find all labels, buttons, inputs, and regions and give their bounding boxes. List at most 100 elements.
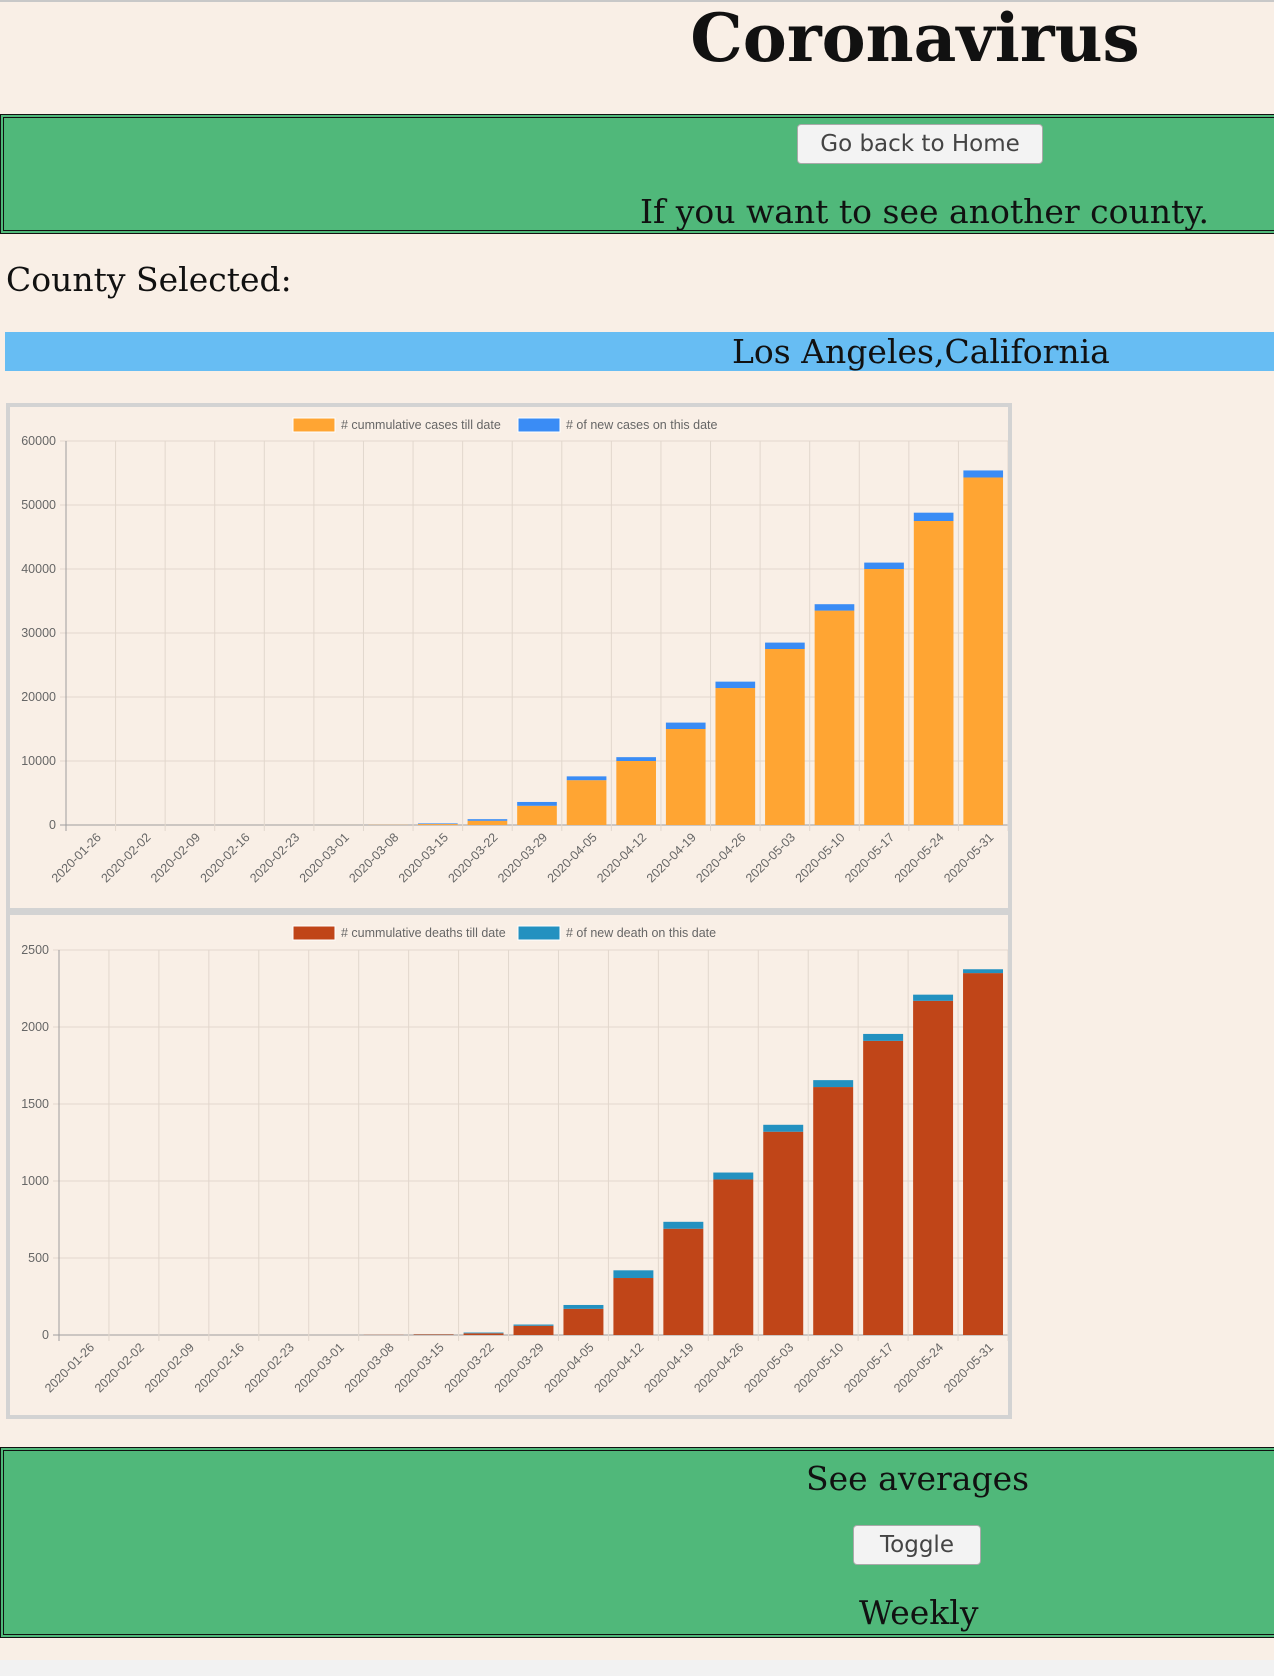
bar-new-2020-05-10 <box>813 1080 854 1088</box>
bar-cumulative-2020-03-29 <box>513 1325 554 1335</box>
x-tick-label: 2020-04-05 <box>542 1340 597 1395</box>
x-tick-label: 2020-03-29 <box>495 830 550 885</box>
bar-new-2020-05-17 <box>863 1033 904 1041</box>
bar-new-2020-03-15 <box>418 823 458 825</box>
x-tick-label: 2020-02-23 <box>247 830 302 885</box>
x-tick-label: 2020-04-26 <box>693 830 748 885</box>
averages-panel: See averages Toggle Weekly <box>0 1447 1274 1638</box>
legend-swatch-2 <box>517 925 561 941</box>
x-tick-label: 2020-04-12 <box>594 830 649 885</box>
x-tick-label: 2020-01-26 <box>49 830 104 885</box>
x-tick-label: 2020-03-15 <box>392 1340 447 1395</box>
bar-cumulative-2020-05-10 <box>814 610 855 825</box>
cases-chart-svg: # cummulative cases till date # of new ca… <box>21 417 1008 885</box>
legend-item-1: # cummulative deaths till date <box>292 925 506 941</box>
bar-new-2020-04-12 <box>613 1270 654 1279</box>
x-tick-label: 2020-05-24 <box>892 830 947 885</box>
y-tick-label: 2500 <box>21 943 49 957</box>
bar-cumulative-2020-05-17 <box>864 569 904 825</box>
x-tick-label: 2020-05-03 <box>743 830 798 885</box>
county-banner: Los Angeles,California <box>5 332 1274 371</box>
bar-new-2020-05-31 <box>963 969 1004 974</box>
y-tick-label: 0 <box>42 1328 49 1342</box>
y-tick-label: 500 <box>28 1251 49 1265</box>
navigation-panel: Go back to Home If you want to see anoth… <box>0 114 1274 234</box>
x-tick-label: 2020-02-16 <box>198 830 253 885</box>
bar-new-2020-05-03 <box>763 1124 804 1132</box>
bar-new-2020-04-26 <box>715 681 756 689</box>
bar-new-2020-03-22 <box>463 1332 504 1334</box>
bar-cumulative-2020-05-31 <box>963 477 1004 825</box>
legend-label-1: # cummulative cases till date <box>341 418 501 432</box>
x-tick-label: 2020-03-22 <box>442 1340 497 1395</box>
x-tick-label: 2020-05-24 <box>891 1340 946 1395</box>
y-tick-label: 1000 <box>21 1174 49 1188</box>
county-name: Los Angeles,California <box>732 332 1110 371</box>
y-tick-label: 20000 <box>21 690 56 704</box>
x-tick-label: 2020-03-29 <box>492 1340 547 1395</box>
bar-cumulative-2020-05-03 <box>763 1131 804 1335</box>
bar-cumulative-2020-03-22 <box>463 1333 504 1335</box>
bar-new-2020-04-19 <box>665 722 706 729</box>
bar-new-2020-05-24 <box>913 994 954 1001</box>
x-tick-label: 2020-05-17 <box>842 830 897 885</box>
bar-new-2020-05-03 <box>765 642 805 649</box>
x-tick-label: 2020-05-17 <box>841 1340 896 1395</box>
bar-cumulative-2020-05-31 <box>963 973 1004 1335</box>
home-button[interactable]: Go back to Home <box>797 124 1043 164</box>
bar-new-2020-03-29 <box>513 1324 554 1326</box>
toggle-button[interactable]: Toggle <box>853 1525 981 1565</box>
bar-cumulative-2020-04-26 <box>713 1179 754 1335</box>
y-tick-label: 30000 <box>21 626 56 640</box>
bar-new-2020-05-31 <box>963 470 1004 478</box>
bar-cumulative-2020-05-17 <box>863 1040 904 1335</box>
x-tick-label: 2020-04-26 <box>691 1340 746 1395</box>
averages-mode: Weekly <box>859 1593 979 1632</box>
bar-new-2020-05-17 <box>864 562 904 569</box>
bar-cumulative-2020-05-24 <box>913 521 954 825</box>
y-tick-label: 0 <box>49 818 56 832</box>
x-tick-label: 2020-05-03 <box>741 1340 796 1395</box>
y-tick-label: 50000 <box>21 498 56 512</box>
legend-item-1: # cummulative cases till date <box>292 417 501 433</box>
y-tick-label: 2000 <box>21 1020 49 1034</box>
x-tick-label: 2020-05-31 <box>941 830 996 885</box>
bar-cumulative-2020-04-12 <box>616 761 656 825</box>
bar-cumulative-2020-05-24 <box>913 1000 954 1335</box>
legend-item-2: # of new death on this date <box>517 925 716 941</box>
bar-new-2020-03-22 <box>467 819 508 821</box>
x-tick-label: 2020-02-02 <box>92 1340 147 1395</box>
bar-cumulative-2020-04-05 <box>566 780 607 825</box>
x-tick-label: 2020-05-10 <box>791 1340 846 1395</box>
x-tick-label: 2020-05-10 <box>793 830 848 885</box>
bar-cumulative-2020-04-05 <box>563 1308 604 1335</box>
x-tick-label: 2020-03-01 <box>297 830 352 885</box>
legend-label-2: # of new cases on this date <box>566 418 718 432</box>
bar-new-2020-05-24 <box>913 512 954 521</box>
bar-cumulative-2020-03-29 <box>517 805 557 825</box>
x-tick-label: 2020-04-05 <box>545 830 600 885</box>
x-tick-label: 2020-02-23 <box>242 1340 297 1395</box>
x-tick-label: 2020-04-12 <box>591 1340 646 1395</box>
x-tick-label: 2020-04-19 <box>644 830 699 885</box>
bar-new-2020-03-29 <box>517 801 557 806</box>
bar-new-2020-05-10 <box>814 604 855 611</box>
x-tick-label: 2020-02-09 <box>142 1340 197 1395</box>
x-tick-label: 2020-02-16 <box>192 1340 247 1395</box>
averages-title: See averages <box>806 1459 1030 1498</box>
bar-cumulative-2020-03-22 <box>467 820 508 825</box>
bar-cumulative-2020-05-10 <box>813 1087 854 1335</box>
bar-cumulative-2020-04-19 <box>663 1228 704 1335</box>
legend-swatch-1 <box>292 925 336 941</box>
y-tick-label: 10000 <box>21 754 56 768</box>
x-tick-label: 2020-03-15 <box>396 830 451 885</box>
deaths-chart: # cummulative deaths till date # of new d… <box>6 911 1012 1419</box>
bar-cumulative-2020-03-15 <box>418 824 458 825</box>
x-tick-label: 2020-01-26 <box>42 1340 97 1395</box>
bar-new-2020-04-05 <box>563 1304 604 1309</box>
x-tick-label: 2020-02-09 <box>148 830 203 885</box>
other-county-hint: If you want to see another county. <box>640 192 1209 231</box>
y-tick-label: 40000 <box>21 562 56 576</box>
page-title: Coronavirus <box>690 0 1140 77</box>
bar-cumulative-2020-04-19 <box>665 729 706 825</box>
